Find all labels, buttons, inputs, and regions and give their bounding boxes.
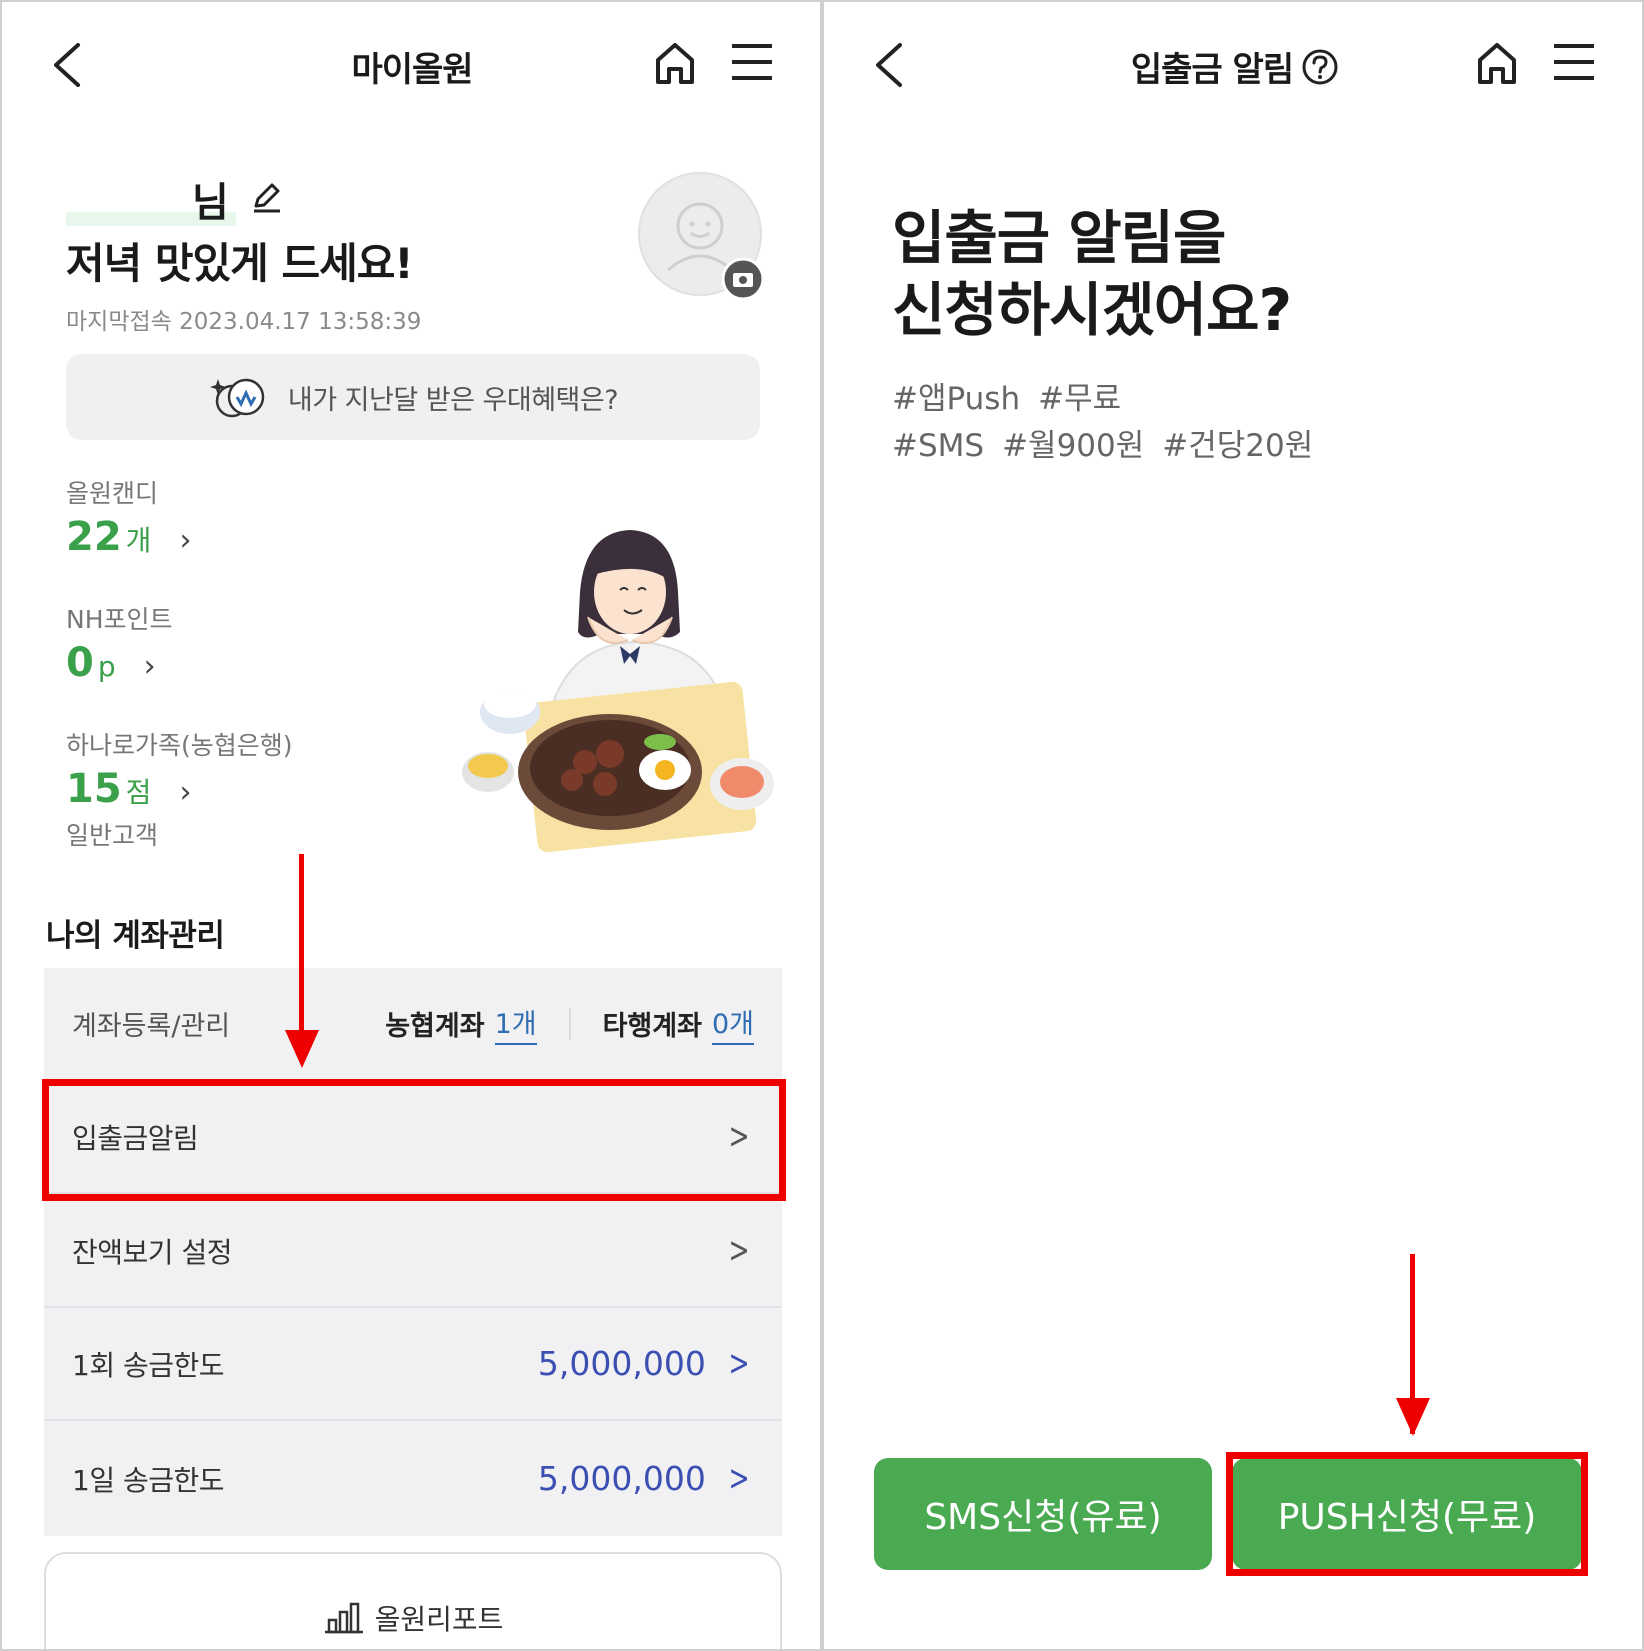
per-transfer-limit-label: 1회 송금한도 — [72, 1348, 225, 1382]
nh-point-value: 0 — [66, 640, 94, 686]
account-register-link[interactable]: 계좌등록/관리 — [72, 1004, 230, 1043]
camera-icon[interactable] — [722, 258, 764, 300]
per-transfer-limit-amount: 5,000,000 — [537, 1344, 706, 1383]
tag-item: #앱Push — [892, 381, 1021, 417]
chevron-right-icon: > — [728, 1230, 750, 1271]
home-icon[interactable] — [654, 42, 696, 86]
page-heading: 입출금 알림을 신청하시겠어요? — [892, 202, 1292, 346]
tag-item: #건당20원 — [1162, 428, 1314, 464]
nh-account-count-link[interactable]: 1개 — [494, 1002, 537, 1045]
edit-pencil-icon[interactable] — [250, 180, 284, 214]
deposit-alert-screen: 입출금 알림 입출금 알림을 신청하시겠어요? #앱Push #무료 #SMS #월… — [822, 0, 1644, 1651]
chevron-right-icon: > — [728, 1458, 750, 1499]
greeting-message: 저녁 맛있게 드세요! — [66, 239, 414, 288]
hamburger-menu-icon[interactable] — [730, 42, 774, 82]
balance-view-settings-label: 잔액보기 설정 — [72, 1235, 232, 1269]
nh-point-label: NH포인트 — [66, 605, 173, 634]
daily-transfer-limit-amount: 5,000,000 — [537, 1459, 706, 1498]
chevron-right-icon: > — [728, 1343, 750, 1384]
bar-chart-icon — [323, 1602, 365, 1634]
benefit-label: 내가 지난달 받은 우대혜택은? — [287, 384, 619, 416]
account-management-list: 계좌등록/관리 농협계좌 1개 타행계좌 0개 입출금알림 > 잔액보기 설정 … — [44, 968, 782, 1536]
account-register-row: 계좌등록/관리 농협계좌 1개 타행계좌 0개 — [44, 968, 782, 1081]
allone-report-button[interactable]: 올원리포트 — [44, 1552, 782, 1649]
hanaro-family-unit: 점 — [125, 776, 152, 809]
account-section-title: 나의 계좌관리 — [46, 918, 225, 954]
candy-unit: 개 — [125, 524, 152, 557]
hanaro-family-value-link[interactable]: 15 점 › — [66, 766, 191, 812]
sms-apply-button[interactable]: SMS신청(유료) — [874, 1458, 1212, 1570]
nh-account-label: 농협계좌 — [385, 1011, 485, 1042]
hamburger-menu-icon[interactable] — [1552, 42, 1596, 82]
name-suffix: 님 — [192, 180, 229, 226]
tag-item: #무료 — [1038, 381, 1122, 417]
tag-item: #SMS — [892, 428, 985, 464]
heading-line-1: 입출금 알림을 — [892, 204, 1226, 272]
red-arrow-line — [299, 854, 304, 1034]
chevron-right-icon: › — [143, 649, 156, 684]
benefit-coin-icon — [208, 373, 272, 421]
highlight-box — [1226, 1452, 1588, 1576]
page-title: 마이올원 — [351, 50, 473, 90]
heading-line-2: 신청하시겠어요? — [892, 276, 1292, 344]
per-transfer-limit-row[interactable]: 1회 송금한도 5,000,000 > — [44, 1308, 782, 1421]
hanaro-family-label: 하나로가족(농협은행) — [66, 731, 293, 760]
allone-report-label: 올원리포트 — [374, 1603, 504, 1636]
chevron-right-icon: › — [179, 523, 192, 558]
dinner-illustration — [460, 522, 780, 872]
benefit-banner-button[interactable]: 내가 지난달 받은 우대혜택은? — [66, 354, 760, 440]
last-login-time: 마지막접속 2023.04.17 13:58:39 — [66, 309, 422, 335]
balance-view-settings-row[interactable]: 잔액보기 설정 > — [44, 1195, 782, 1308]
red-arrow-head — [1396, 1398, 1430, 1436]
other-bank-account-count-link[interactable]: 0개 — [711, 1002, 754, 1045]
my-allone-screen: 마이올원 님 저녁 맛있게 드세요! 마지막접속 2023.04.17 13:5… — [0, 0, 820, 1651]
title-group: 입출금 알림 — [824, 42, 1642, 91]
page-title: 입출금 알림 — [1130, 50, 1294, 90]
candy-value-link[interactable]: 22 개 › — [66, 514, 191, 560]
help-circle-icon[interactable] — [1301, 48, 1339, 86]
home-icon[interactable] — [1476, 42, 1518, 86]
hanaro-family-value: 15 — [66, 766, 122, 812]
nh-point-value-link[interactable]: 0 p › — [66, 640, 156, 686]
candy-label: 올원캔디 — [66, 479, 159, 508]
daily-transfer-limit-row[interactable]: 1일 송금한도 5,000,000 > — [44, 1422, 782, 1535]
tag-item: #월900원 — [1002, 428, 1145, 464]
candy-value: 22 — [66, 514, 122, 560]
divider — [568, 1007, 571, 1040]
chevron-right-icon: › — [179, 775, 192, 810]
nh-point-unit: p — [97, 650, 116, 683]
other-bank-account-label: 타행계좌 — [602, 1011, 702, 1042]
highlight-box — [42, 1079, 786, 1201]
tag-list: #앱Push #무료 #SMS #월900원 #건당20원 — [892, 376, 1331, 470]
daily-transfer-limit-label: 1일 송금한도 — [72, 1463, 225, 1497]
customer-grade: 일반고객 — [66, 821, 159, 850]
red-arrow-head — [285, 1030, 319, 1068]
